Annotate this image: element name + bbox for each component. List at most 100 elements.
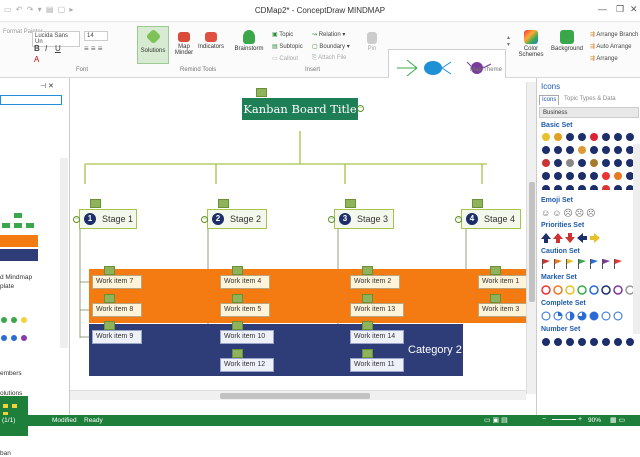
stage-2-node[interactable]: 2 Stage 2 [207,209,267,229]
font-group-label: Font [76,67,89,73]
work-item-10[interactable]: Work item 10 [220,330,274,344]
window-title: CDMap2* - ConceptDraw MINDMAP [254,6,386,15]
stage-4-collapse-icon[interactable]: − [455,216,462,223]
work-item-9[interactable]: Work item 9 [92,330,142,344]
background-button[interactable]: Background [550,30,584,52]
view-mode-icons[interactable]: ▭ ▣ ▤ [484,416,508,424]
icon-set-dropdown[interactable]: Business [539,107,639,118]
work-item-11[interactable]: Work item 11 [350,358,404,372]
left-item-kanban: ban [0,450,11,457]
italic-button[interactable]: I [45,44,47,53]
relation-button[interactable]: ↝ Relation ▾ [312,31,345,38]
font-size-select[interactable]: 14 [84,31,108,41]
color-schemes-button[interactable]: Color Schemes [516,30,546,58]
mindmap-template-thumb[interactable] [0,213,40,273]
main-topic-title[interactable]: Kanban Board Title [242,98,358,120]
work-item-icon [490,294,501,303]
work-item-12[interactable]: Work item 12 [220,358,274,372]
callout-label: Callout [279,56,299,62]
background-icon [560,30,574,44]
bold-button[interactable]: B [34,44,40,53]
restore-icon[interactable]: ❐ [616,4,624,15]
zoom-slider[interactable] [552,419,576,420]
tab-icons[interactable]: Icons [539,95,559,105]
stage-2-header-icon [218,199,229,208]
auto-arrange-button[interactable]: ⇶ Auto Arrange [590,43,631,50]
subtopic-button[interactable]: ▤ Subtopic [272,43,303,50]
work-item-icon [232,294,243,303]
work-item-2[interactable]: Work item 2 [350,275,400,289]
work-item-13[interactable]: Work item 13 [350,303,404,317]
priorities-set-icons[interactable] [541,233,639,244]
stage-2-collapse-icon[interactable]: − [201,216,208,223]
boundary-button[interactable]: ▢ Boundary ▾ [312,43,350,50]
stage-3-node[interactable]: 3 Stage 3 [334,209,394,229]
work-item-icon [232,349,243,358]
work-item-14[interactable]: Work item 14 [350,330,404,344]
mindmap-canvas[interactable]: Category 2 Kanban Board Title − 1 Stage 1… [70,78,536,415]
map-minder-icon [178,32,190,42]
complete-set-icons[interactable] [541,311,639,322]
emoji-set-icons[interactable]: ☺☺☹☹☹ [541,208,598,219]
stage-3-header-icon [345,199,356,208]
caution-set-icons[interactable] [541,259,639,270]
font-color-button[interactable]: A [34,55,39,64]
marker-set-icons[interactable] [541,285,639,296]
stage-3-collapse-icon[interactable]: − [328,216,335,223]
work-item-1[interactable]: Work item 1 [478,275,528,289]
number-set-title: Number Set [541,326,581,333]
number-set-icons[interactable] [541,337,639,348]
work-item-4[interactable]: Work item 4 [220,275,270,289]
stage-1-collapse-icon[interactable]: − [73,216,80,223]
solutions-button[interactable]: Solutions [137,26,169,64]
pin-button[interactable]: Pin [362,32,382,52]
icons-panel-scrollbar[interactable] [633,144,640,334]
brainstorm-button[interactable]: Brainstorm [232,30,266,52]
solutions-tab[interactable]: olutions [0,390,22,397]
zoom-in-icon[interactable]: + [578,416,582,423]
work-item-icon [232,321,243,330]
work-item-8[interactable]: Work item 8 [92,303,142,317]
fit-page-icon[interactable]: ▦ ▭ [610,416,625,424]
left-solutions-panel: ⊣ ✕ d Mindmap plate embers ban olutions [0,78,70,457]
vscroll-thumb[interactable] [529,182,535,302]
hscroll-thumb[interactable] [220,393,370,399]
panel-pin-icon[interactable]: ⊣ ✕ [40,82,54,90]
underline-button[interactable]: U [55,44,61,53]
pin-icon [367,32,377,44]
tab-topic-types[interactable]: Topic Types & Data [562,95,618,103]
work-item-7[interactable]: Work item 7 [92,275,142,289]
topic-button[interactable]: ▣ Topic [272,31,293,38]
left-panel-scrollbar[interactable] [60,158,68,348]
members-thumb[interactable] [0,316,40,350]
title-bar: ▭ ↶ ↷ ▾ ▤ ▢ ▸ CDMap2* - ConceptDraw MIND… [0,0,640,22]
canvas-horizontal-scrollbar[interactable] [70,390,526,400]
align-buttons[interactable]: ≡ ≡ ≡ [84,44,102,53]
main-collapse-icon[interactable]: − [357,105,364,112]
callout-button[interactable]: ▭ Callout [272,55,298,62]
close-icon[interactable]: ✕ [630,4,638,15]
map-minder-button[interactable]: Map Minder [172,32,196,56]
minimize-icon[interactable]: — [598,4,607,14]
arrange-branch-button[interactable]: ⇶ Arrange Branch [590,31,638,38]
canvas-vertical-scrollbar[interactable] [526,82,536,394]
left-panel-search[interactable] [0,95,62,105]
zoom-out-icon[interactable]: − [542,416,546,423]
work-item-3[interactable]: Work item 3 [478,303,528,317]
indicators-button[interactable]: Indicators [196,32,226,50]
work-item-5[interactable]: Work item 5 [220,303,270,317]
stage-1-node[interactable]: 1 Stage 1 [79,209,137,229]
stage-1-number: 1 [84,213,96,225]
work-item-icon [362,266,373,275]
category-orange-boundary[interactable] [89,269,526,323]
work-item-icon [362,349,373,358]
stage-4-node[interactable]: 4 Stage 4 [461,209,521,229]
boundary-icon: ▢ [312,44,318,50]
category-2-boundary[interactable] [89,324,463,376]
gallery-scroll-icon[interactable]: ▴ ▾ [507,34,510,48]
left-item-mindmap[interactable]: d Mindmap [0,274,32,281]
work-item-icon [362,294,373,303]
arrange-button[interactable]: ⇶ Arrange [590,55,618,62]
attach-file-button[interactable]: ⎘ Attach File [312,55,347,62]
basic-set-icons[interactable] [541,132,639,190]
